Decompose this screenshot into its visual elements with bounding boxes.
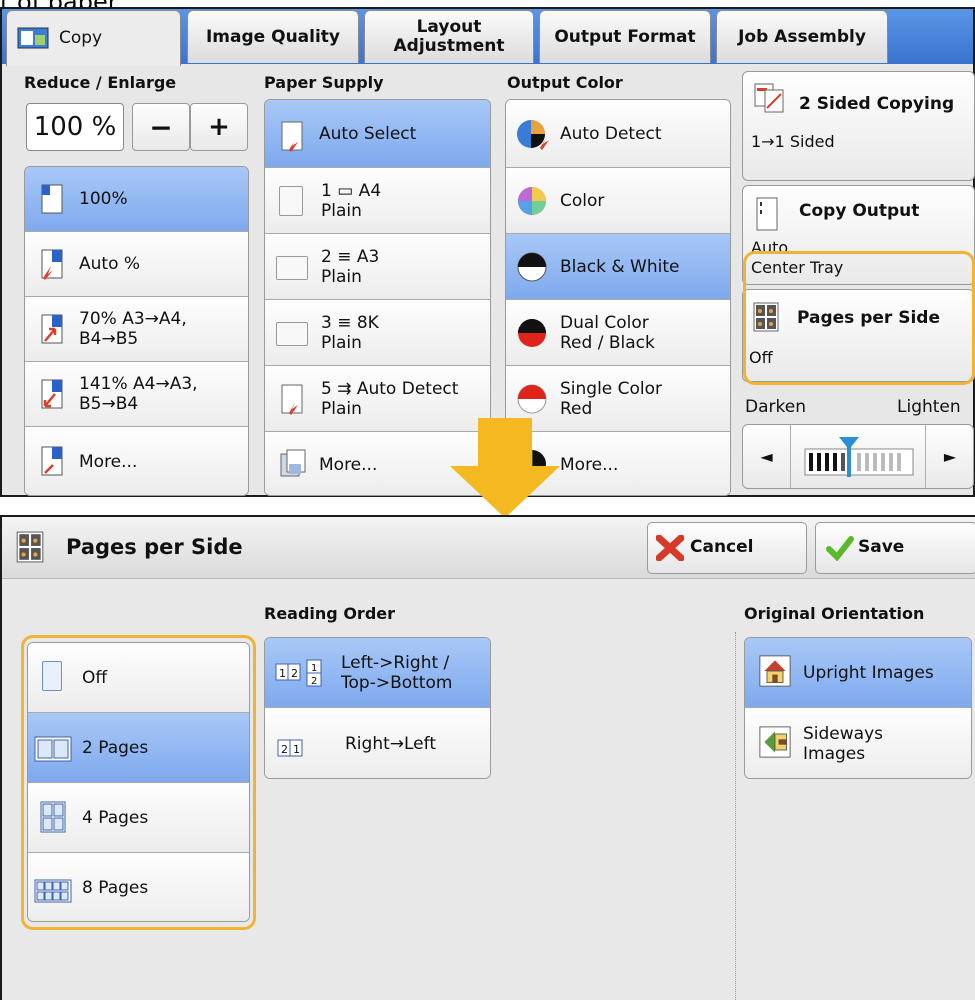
auto-detect-icon [517,120,549,150]
black-white-option[interactable]: Black & White [506,234,730,300]
pages-2-option[interactable]: 2 Pages [28,713,249,783]
pages-option-list: Off 2 Pages 4 Pages 8 Pages [27,642,250,922]
darken-label: Darken [745,397,806,417]
lighten-button[interactable]: ► [925,425,974,488]
zoom-increase-button[interactable]: + [190,103,248,151]
upright-images-option[interactable]: Upright Images [745,638,971,708]
tray-3-icon [276,322,308,346]
copy-output-icon [756,197,778,231]
pages-per-side-dialog: Pages per Side Cancel Save Off 2 Pages 4… [0,515,975,1000]
tray-1-icon [279,186,303,216]
dual-color-icon [518,319,546,347]
auto-zoom-icon [41,249,63,280]
two-pages-icon [34,736,72,762]
zoom-auto-option[interactable]: Auto % [25,232,248,297]
zoom-141-option[interactable]: 141% A4→A3, B5→B4 [25,362,248,427]
tab-job-assembly[interactable]: Job Assembly [716,10,888,63]
pages-off-option[interactable]: Off [28,643,249,713]
reduce-enlarge-list: 100% Auto % 70% A3→A4, B4→B5 141% A4→A3,… [24,166,249,496]
svg-text:2: 2 [311,676,317,687]
auto-detect-color-option[interactable]: Auto Detect [506,100,730,168]
two-sided-icon [754,83,784,113]
sideways-image-icon [759,726,791,758]
reduce-enlarge-label: Reduce / Enlarge [24,73,177,92]
svg-text:1: 1 [293,743,300,756]
original-orientation-label: Original Orientation [744,604,925,623]
pages-per-side-title-icon [16,531,44,563]
orientation-list: Upright Images Sideways Images [744,637,972,779]
tab-output-format[interactable]: Output Format [539,10,711,63]
reduce-icon [41,314,63,344]
page-icon [41,184,63,214]
zoom-more-option[interactable]: More... [25,427,248,495]
tab-image-quality[interactable]: Image Quality [187,10,359,63]
darken-button[interactable]: ◄ [743,425,791,488]
transition-arrow-icon [450,418,560,518]
eight-pages-icon [34,879,72,903]
right-to-left-option[interactable]: 21 Right→Left [265,708,490,778]
density-slider[interactable] [803,435,917,479]
color-option[interactable]: Color [506,168,730,234]
black-white-icon [517,252,547,282]
pages-per-side-icon [753,302,779,332]
auto-select-option[interactable]: Auto Select [265,100,490,168]
bypass-tray-icon [281,384,303,415]
upright-image-icon [759,655,791,687]
svg-text:1: 1 [311,663,317,674]
more-zoom-icon [41,446,63,476]
right-left-order-icon: 21 [277,739,303,757]
zoom-100-option[interactable]: 100% [25,167,248,232]
paper-supply-label: Paper Supply [264,73,384,92]
tray-2-icon [276,256,308,280]
left-to-right-option[interactable]: 1212 Left->Right / Top->Bottom [265,638,490,708]
reading-order-list: 1212 Left->Right / Top->Bottom 21 Right→… [264,637,491,779]
lighten-label: Lighten [897,397,961,417]
zoom-70-option[interactable]: 70% A3→A4, B4→B5 [25,297,248,362]
dialog-header: Pages per Side Cancel Save [2,517,975,579]
pages-4-option[interactable]: 4 Pages [28,783,249,853]
copy-output-button[interactable]: Copy Output Auto Center Tray [742,185,975,285]
pages-8-option[interactable]: 8 Pages [28,853,249,921]
dual-color-option[interactable]: Dual Color Red / Black [506,300,730,366]
two-sided-copying-button[interactable]: 2 Sided Copying 1→1 Sided [742,71,975,181]
tab-copy[interactable]: Copy [6,10,181,66]
column-divider [735,632,736,1000]
zoom-value: 100 % [26,103,124,151]
single-page-icon [42,661,62,691]
reading-order-label: Reading Order [264,604,396,623]
save-check-icon [826,536,854,561]
dialog-title: Pages per Side [66,535,243,559]
cancel-button[interactable]: Cancel [647,522,807,574]
auto-paper-icon [281,121,303,152]
paper-stack-icon [280,449,306,477]
tray-1-option[interactable]: 1 ▭ A4 Plain [265,168,490,234]
save-button[interactable]: Save [815,522,975,574]
four-pages-icon [40,801,66,833]
density-control: ◄ ► [742,424,974,489]
sideways-images-option[interactable]: Sideways Images [745,708,971,778]
output-color-label: Output Color [507,73,623,92]
tray-3-option[interactable]: 3 ≡ 8K Plain [265,300,490,366]
zoom-decrease-button[interactable]: − [132,103,190,151]
color-wheel-icon [518,187,546,215]
copy-icon [17,27,49,49]
pages-per-side-button[interactable]: Pages per Side Off [742,289,975,382]
cancel-icon [656,535,684,561]
svg-text:2: 2 [281,743,288,756]
single-color-icon [517,384,547,414]
svg-text:2: 2 [291,667,298,680]
tab-layout-adjustment[interactable]: Layout Adjustment [364,10,534,63]
left-right-order-icon: 1 2 12 [275,659,322,687]
tray-2-option[interactable]: 2 ≡ A3 Plain [265,234,490,300]
svg-text:1: 1 [279,667,286,680]
enlarge-icon [41,379,63,409]
